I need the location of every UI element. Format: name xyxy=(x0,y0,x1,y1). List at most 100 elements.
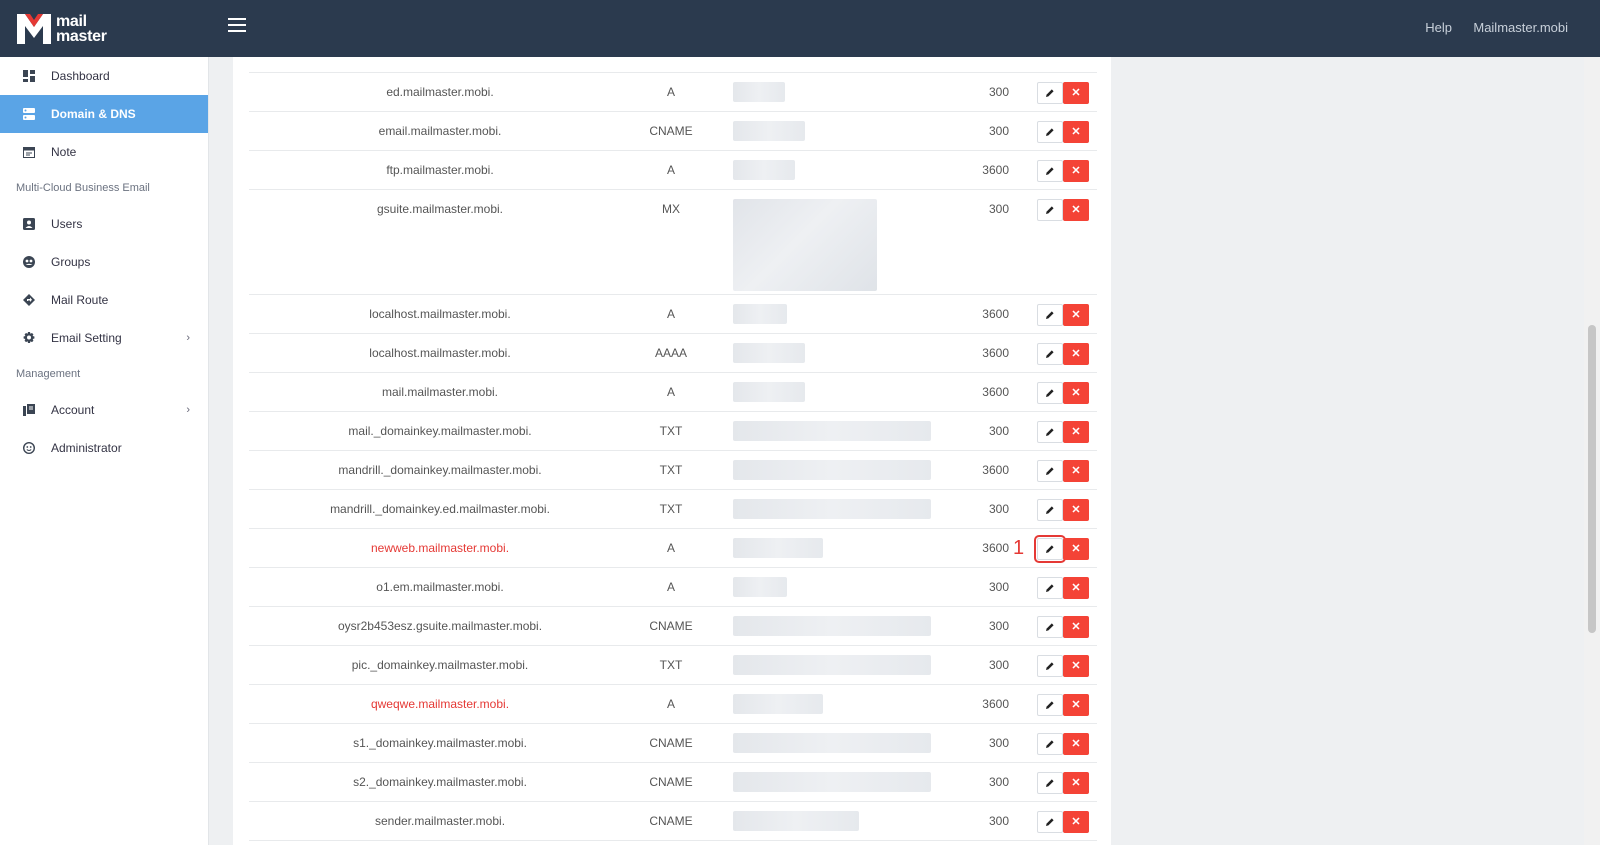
dns-icon xyxy=(22,108,35,121)
close-icon: ✕ xyxy=(1071,582,1081,594)
close-icon: ✕ xyxy=(1071,699,1081,711)
delete-button[interactable]: ✕ xyxy=(1063,342,1089,365)
delete-button[interactable]: ✕ xyxy=(1063,459,1089,482)
record-type: TXT xyxy=(631,450,711,490)
record-type: A xyxy=(631,528,711,568)
edit-button[interactable] xyxy=(1037,693,1063,716)
menu-toggle-icon[interactable] xyxy=(228,18,246,34)
sidebar-item-label: Domain & DNS xyxy=(51,107,136,121)
edit-button[interactable] xyxy=(1037,615,1063,638)
logo-text: mail master xyxy=(56,13,107,45)
edit-button[interactable] xyxy=(1037,381,1063,404)
edit-button[interactable] xyxy=(1037,771,1063,794)
user-icon xyxy=(22,218,35,231)
annotation-number: 1 xyxy=(1013,536,1025,559)
record-ttl: 300 xyxy=(955,723,1009,763)
table-row: localhost.mailmaster.mobi. A 3600 ✕ xyxy=(249,294,1097,334)
scrollbar-thumb[interactable] xyxy=(1588,325,1596,633)
sidebar-item-email-setting[interactable]: Email Setting › xyxy=(0,319,208,357)
edit-button[interactable] xyxy=(1037,498,1063,521)
record-actions: ✕ xyxy=(1009,489,1097,529)
edit-button[interactable] xyxy=(1037,198,1063,221)
record-value-redacted xyxy=(711,606,955,646)
delete-button[interactable]: ✕ xyxy=(1063,198,1089,221)
pencil-icon xyxy=(1046,817,1054,826)
sidebar-item-users[interactable]: Users xyxy=(0,205,208,243)
record-actions: ✕ xyxy=(1009,606,1097,646)
table-row: newweb.mailmaster.mobi. A 3600 ✕ xyxy=(249,528,1097,568)
record-value-redacted xyxy=(711,684,955,724)
record-ttl: 3600 xyxy=(955,528,1009,568)
admin-icon xyxy=(22,442,35,455)
delete-button[interactable]: ✕ xyxy=(1063,732,1089,755)
close-icon: ✕ xyxy=(1071,777,1081,789)
delete-button[interactable]: ✕ xyxy=(1063,576,1089,599)
sidebar-item-domain-dns[interactable]: Domain & DNS xyxy=(0,95,208,133)
pencil-icon xyxy=(1046,544,1054,553)
edit-button[interactable] xyxy=(1037,810,1063,833)
edit-button[interactable] xyxy=(1037,81,1063,104)
record-ttl: 300 xyxy=(955,189,1009,295)
edit-button[interactable] xyxy=(1037,459,1063,482)
delete-button[interactable]: ✕ xyxy=(1063,420,1089,443)
delete-button[interactable]: ✕ xyxy=(1063,159,1089,182)
delete-button[interactable]: ✕ xyxy=(1063,693,1089,716)
sidebar-item-note[interactable]: Note xyxy=(0,133,208,171)
record-ttl: 300 xyxy=(955,489,1009,529)
sidebar-item-dashboard[interactable]: Dashboard xyxy=(0,57,208,95)
delete-button[interactable]: ✕ xyxy=(1063,303,1089,326)
delete-button[interactable]: ✕ xyxy=(1063,81,1089,104)
edit-button[interactable] xyxy=(1034,534,1066,563)
page-scrollbar[interactable] xyxy=(1584,57,1600,845)
delete-button[interactable]: ✕ xyxy=(1063,537,1089,560)
close-icon: ✕ xyxy=(1071,504,1081,516)
record-value-redacted xyxy=(711,333,955,373)
record-value-redacted xyxy=(711,762,955,802)
note-icon xyxy=(22,146,35,159)
edit-button[interactable] xyxy=(1037,732,1063,755)
delete-button[interactable]: ✕ xyxy=(1063,810,1089,833)
edit-button[interactable] xyxy=(1037,342,1063,365)
record-value-redacted xyxy=(711,489,955,529)
sidebar-item-administrator[interactable]: Administrator xyxy=(0,429,208,467)
edit-button[interactable] xyxy=(1037,654,1063,677)
user-menu[interactable]: Mailmaster.mobi xyxy=(1473,20,1568,35)
delete-button[interactable]: ✕ xyxy=(1063,381,1089,404)
help-link[interactable]: Help xyxy=(1425,20,1452,35)
mailmaster-logo[interactable]: mail master xyxy=(14,10,124,50)
record-ttl: 3600 xyxy=(955,372,1009,412)
sidebar-item-mail-route[interactable]: Mail Route xyxy=(0,281,208,319)
record-actions: ✕ xyxy=(1009,72,1097,112)
record-type: CNAME xyxy=(631,111,711,151)
delete-button[interactable]: ✕ xyxy=(1063,615,1089,638)
record-type: TXT xyxy=(631,645,711,685)
record-name: mandrill._domainkey.ed.mailmaster.mobi. xyxy=(249,489,631,529)
record-value-redacted xyxy=(711,645,955,685)
record-value-redacted xyxy=(711,528,955,568)
close-icon: ✕ xyxy=(1071,165,1081,177)
close-icon: ✕ xyxy=(1071,87,1081,99)
edit-button[interactable] xyxy=(1037,576,1063,599)
delete-button[interactable]: ✕ xyxy=(1063,498,1089,521)
delete-button[interactable]: ✕ xyxy=(1063,654,1089,677)
sidebar-item-label: Mail Route xyxy=(51,293,109,307)
record-type: A xyxy=(631,72,711,112)
record-value-redacted xyxy=(711,189,955,295)
sidebar-item-account[interactable]: Account › xyxy=(0,391,208,429)
table-row: mail.mailmaster.mobi. A 3600 ✕ xyxy=(249,372,1097,412)
edit-button[interactable] xyxy=(1037,420,1063,443)
edit-button[interactable] xyxy=(1037,120,1063,143)
delete-button[interactable]: ✕ xyxy=(1063,771,1089,794)
record-actions: ✕ xyxy=(1009,684,1097,724)
table-row: localhost.mailmaster.mobi. AAAA 3600 ✕ xyxy=(249,333,1097,373)
record-ttl: 3600 xyxy=(955,684,1009,724)
record-name: sender.mailmaster.mobi. xyxy=(249,801,631,841)
delete-button[interactable]: ✕ xyxy=(1063,120,1089,143)
pencil-icon xyxy=(1046,700,1054,709)
record-ttl: 3600 xyxy=(955,450,1009,490)
sidebar-item-groups[interactable]: Groups xyxy=(0,243,208,281)
edit-button[interactable] xyxy=(1037,159,1063,182)
record-name: ed.mailmaster.mobi. xyxy=(249,72,631,112)
edit-button[interactable] xyxy=(1037,303,1063,326)
record-type: A xyxy=(631,567,711,607)
